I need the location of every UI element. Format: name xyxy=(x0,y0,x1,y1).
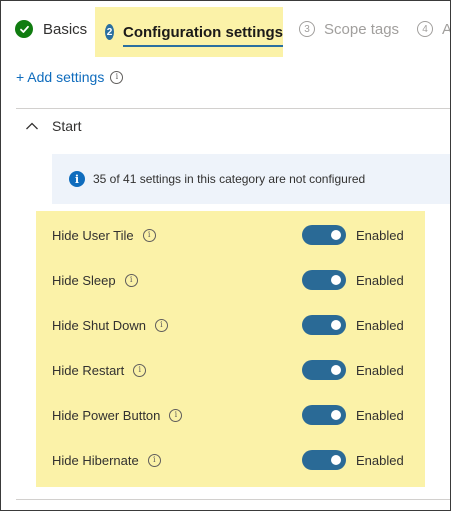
step-assignments[interactable]: 4 Assignments xyxy=(417,1,450,57)
info-icon[interactable]: i xyxy=(110,70,124,84)
toggle-state-label: Enabled xyxy=(356,407,404,423)
toggle-switch[interactable] xyxy=(302,225,346,245)
setting-name: Hide Restart xyxy=(52,362,125,378)
setting-name: Hide Sleep xyxy=(52,272,116,288)
step-scope-tags[interactable]: 3 Scope tags xyxy=(299,1,399,57)
toggle-switch[interactable] xyxy=(302,360,346,380)
add-settings-link[interactable]: + Add settings i xyxy=(16,69,124,85)
info-icon[interactable]: i xyxy=(154,318,168,332)
toggle-knob xyxy=(331,275,341,285)
add-settings-label: + Add settings xyxy=(16,69,105,85)
setting-row-hide-shut-down: Hide Shut Down i Enabled xyxy=(52,313,422,337)
setting-row-hide-user-tile: Hide User Tile i Enabled xyxy=(52,223,422,247)
setting-row-hide-restart: Hide Restart i Enabled xyxy=(52,358,422,382)
setting-row-hide-hibernate: Hide Hibernate i Enabled xyxy=(52,448,422,472)
divider xyxy=(16,499,450,500)
toggle-knob xyxy=(331,410,341,420)
section-toggle-start[interactable]: Start xyxy=(25,118,82,134)
step-number-badge: 3 xyxy=(299,21,315,37)
info-icon[interactable]: i xyxy=(169,408,183,422)
toggle-knob xyxy=(331,320,341,330)
info-icon[interactable]: i xyxy=(124,273,138,287)
setting-name: Hide Hibernate xyxy=(52,452,139,468)
step-label: Assignments xyxy=(442,21,450,38)
info-icon[interactable]: i xyxy=(147,453,161,467)
setting-row-hide-power-button: Hide Power Button i Enabled xyxy=(52,403,422,427)
banner-text: 35 of 41 settings in this category are n… xyxy=(93,172,366,186)
divider xyxy=(16,108,450,109)
info-banner: i 35 of 41 settings in this category are… xyxy=(52,154,450,204)
section-title: Start xyxy=(52,118,82,134)
step-label: Basics xyxy=(43,20,88,38)
toggle-knob xyxy=(331,455,341,465)
toggle-knob xyxy=(331,230,341,240)
toggle-switch[interactable] xyxy=(302,450,346,470)
setting-name: Hide User Tile xyxy=(52,227,134,243)
toggle-switch[interactable] xyxy=(302,270,346,290)
step-basics[interactable]: Basics xyxy=(15,1,87,57)
info-icon[interactable]: i xyxy=(142,228,156,242)
step-label: Configuration settings xyxy=(123,23,283,47)
toggle-knob xyxy=(331,365,341,375)
step-number-badge: 4 xyxy=(417,21,433,37)
setting-name: Hide Shut Down xyxy=(52,317,146,333)
toggle-state-label: Enabled xyxy=(356,317,404,333)
toggle-switch[interactable] xyxy=(302,405,346,425)
info-icon: i xyxy=(69,171,85,187)
chevron-up-icon xyxy=(26,122,38,130)
toggle-state-label: Enabled xyxy=(356,452,404,468)
setting-row-hide-sleep: Hide Sleep i Enabled xyxy=(52,268,422,292)
toggle-switch[interactable] xyxy=(302,315,346,335)
step-configuration-settings[interactable]: 2 Configuration settings xyxy=(95,7,283,57)
checkmark-icon xyxy=(15,20,33,38)
step-number-badge: 2 xyxy=(105,24,114,40)
setting-name: Hide Power Button xyxy=(52,407,161,423)
toggle-state-label: Enabled xyxy=(356,227,404,243)
configured-settings-list: Hide User Tile i Enabled Hide Sleep i En… xyxy=(36,211,425,487)
toggle-state-label: Enabled xyxy=(356,362,404,378)
wizard-steps: Basics 2 Configuration settings 3 Scope … xyxy=(1,1,450,57)
toggle-state-label: Enabled xyxy=(356,272,404,288)
step-label: Scope tags xyxy=(324,20,400,38)
settings-panel: Basics 2 Configuration settings 3 Scope … xyxy=(0,0,451,511)
info-icon[interactable]: i xyxy=(133,363,147,377)
